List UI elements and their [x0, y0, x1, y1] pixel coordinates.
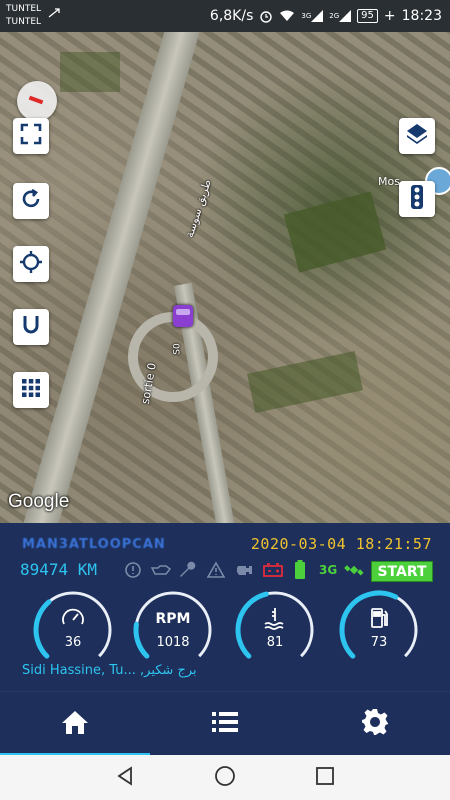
google-logo: Google — [8, 491, 70, 512]
coolant-value: 81 — [266, 635, 284, 650]
bottom-navigation — [0, 691, 450, 756]
grid-button[interactable] — [13, 372, 49, 408]
street-label: طريق سوسة — [182, 177, 214, 240]
alarm-icon — [259, 9, 273, 23]
settings-icon — [361, 708, 389, 740]
satellite-icon — [344, 560, 364, 580]
wifi-icon — [279, 10, 295, 22]
location-text: Sidi Hassine, Tu... ,برج شكير — [22, 663, 197, 678]
layers-icon — [405, 122, 429, 150]
map-view[interactable]: طريق سوسة sortie 0 S0 Mos Google — [0, 32, 450, 523]
compass-icon[interactable] — [17, 81, 57, 121]
back-icon — [115, 766, 135, 790]
rotate-icon — [20, 188, 42, 214]
start-button[interactable]: START — [371, 561, 433, 582]
status-icons: 6,8K/s 3G 2G 95 + 18:23 — [210, 6, 442, 26]
my-location-button[interactable] — [13, 246, 49, 282]
battery-indicator: 95 — [357, 9, 378, 23]
map-field — [60, 52, 120, 92]
road-label: S0 — [172, 343, 183, 355]
rpm-gauge: RPM 1018 — [132, 589, 214, 671]
home-circle-icon — [214, 765, 236, 791]
fullscreen-button[interactable] — [13, 118, 49, 154]
magnet-button[interactable] — [13, 309, 49, 345]
nav-list-tab[interactable] — [150, 692, 300, 756]
net-speed: 6,8K/s — [209, 8, 254, 24]
magnet-icon — [20, 314, 42, 340]
coolant-gauge: 81 — [234, 589, 316, 671]
traffic-light-icon — [407, 184, 427, 214]
carrier-2: TUNTEL — [6, 17, 42, 27]
warning-circle-icon — [124, 560, 142, 580]
fuel-gauge: 73 — [338, 589, 420, 671]
warning-triangle-icon — [206, 560, 226, 580]
back-button[interactable] — [110, 763, 140, 793]
home-button[interactable] — [210, 763, 240, 793]
speed-value: 36 — [64, 635, 82, 650]
speedometer-icon — [60, 605, 86, 631]
network-status: 3G — [319, 563, 338, 577]
charging-plus: + — [383, 8, 396, 24]
signal-wifi-icon — [48, 8, 60, 21]
rotate-button[interactable] — [13, 183, 49, 219]
map-field — [247, 351, 363, 413]
poi-label: Mos — [378, 175, 400, 188]
device-brand: MAN3ATLOOPCAN — [22, 537, 166, 552]
nav-home-tab[interactable] — [0, 692, 150, 756]
recents-icon — [315, 766, 335, 790]
oil-icon — [150, 560, 172, 580]
recents-button[interactable] — [310, 763, 340, 793]
battery-alert-icon — [262, 560, 284, 580]
engine-icon — [234, 560, 254, 580]
fullscreen-icon — [20, 123, 42, 149]
fuel-pump-icon — [366, 605, 392, 631]
map-field — [283, 191, 387, 273]
status-bar: TUNTEL TUNTEL 6,8K/s 3G 2G 95 + 18:23 — [0, 0, 450, 32]
signal-2g-icon: 2G — [329, 10, 352, 22]
grid-icon — [21, 378, 41, 402]
carrier-1: TUNTEL — [6, 4, 42, 14]
thermometer-icon — [262, 605, 288, 631]
clock: 18:23 — [401, 8, 442, 24]
vehicle-marker[interactable] — [173, 305, 193, 327]
layers-button[interactable] — [399, 118, 435, 154]
speed-gauge: 36 — [32, 589, 114, 671]
home-icon — [61, 709, 89, 739]
rpm-value: 1018 — [156, 635, 190, 650]
battery-level-icon — [294, 560, 306, 580]
datetime: 2020-03-04 18:21:57 — [250, 535, 432, 553]
fuel-value: 73 — [370, 635, 388, 650]
signal-3g-icon: 3G — [301, 10, 324, 22]
vehicle-dashboard: MAN3ATLOOPCAN 2020-03-04 18:21:57 89474 … — [0, 523, 450, 691]
wrench-icon — [178, 560, 196, 580]
my-location-icon — [19, 250, 43, 278]
rpm-label: RPM — [155, 611, 191, 627]
rpm-gauge-ring — [133, 591, 212, 659]
odometer: 89474 KM — [20, 560, 98, 579]
system-navigation-bar — [0, 755, 450, 800]
nav-settings-tab[interactable] — [300, 692, 450, 756]
list-icon — [211, 711, 239, 737]
traffic-button[interactable] — [399, 181, 435, 217]
